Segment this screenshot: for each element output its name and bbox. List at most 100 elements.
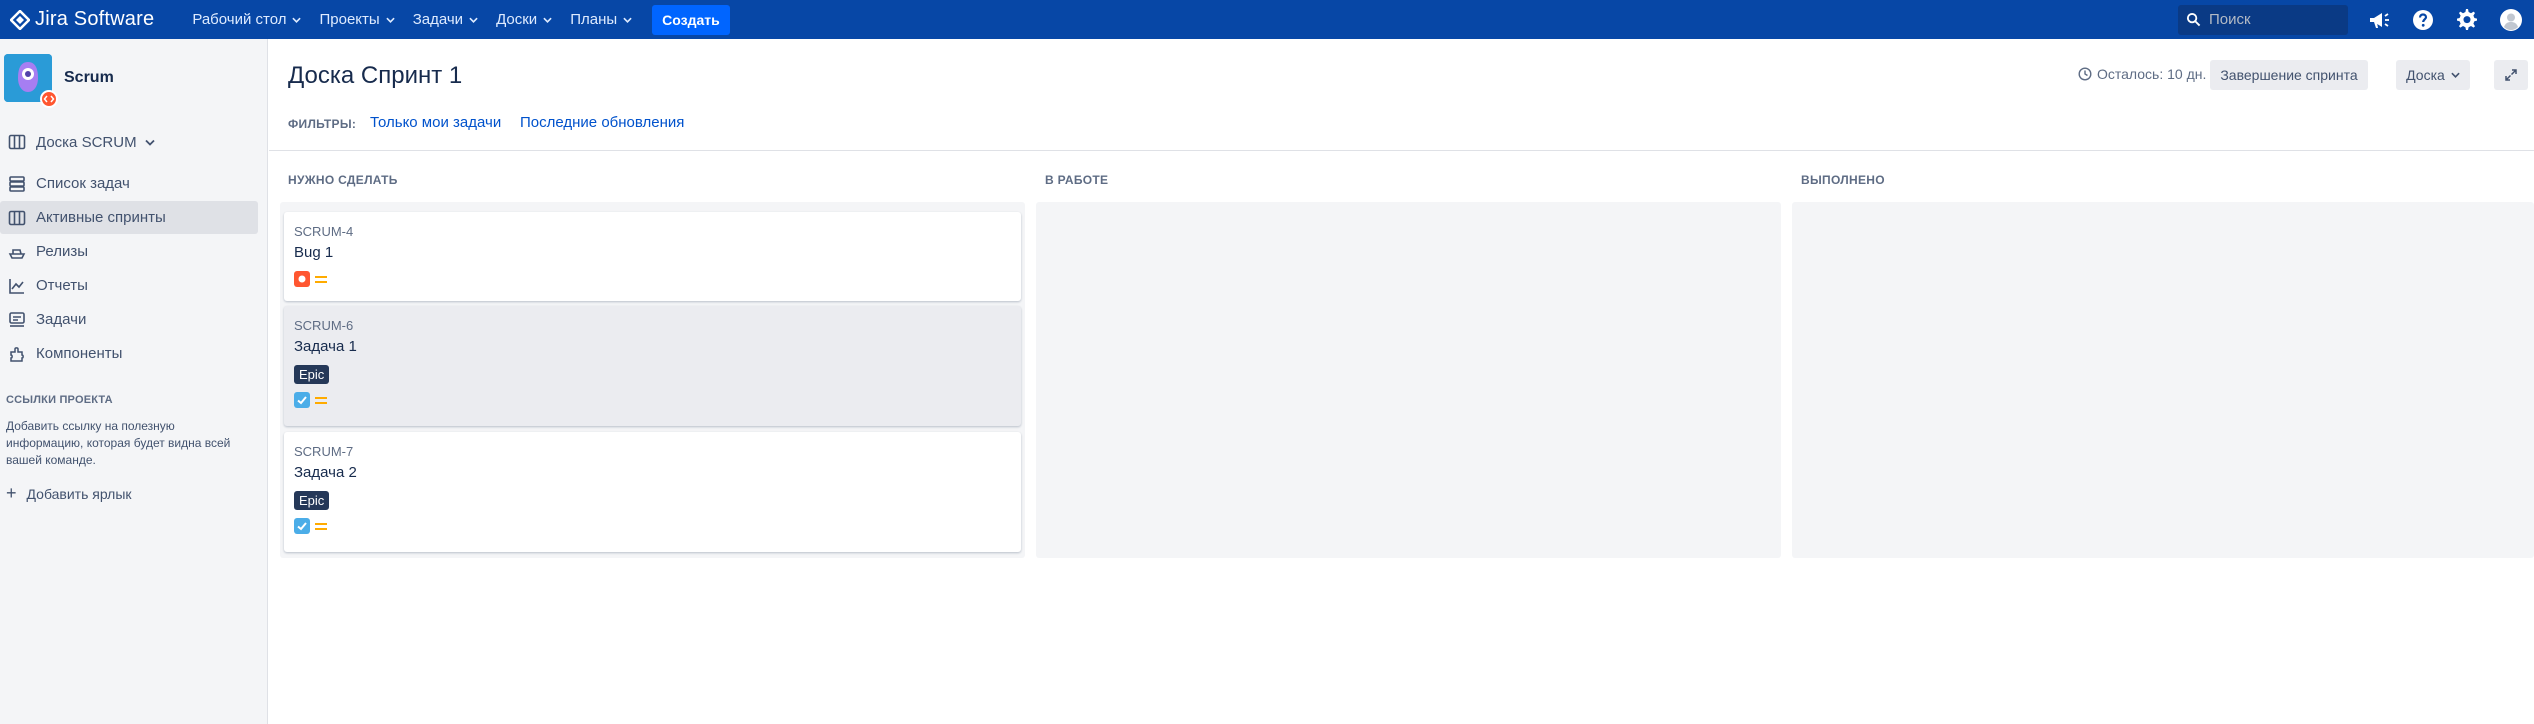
help-icon[interactable] <box>2410 7 2436 33</box>
filter-only-my-issues[interactable]: Только мои задачи <box>370 114 501 131</box>
project-avatar <box>4 54 58 108</box>
board-selector-label: Доска SCRUM <box>36 133 137 151</box>
project-name: Scrum <box>64 69 114 86</box>
project-sidebar: Scrum Доска SCRUM Список задач Активные … <box>0 39 268 724</box>
menu-label: Проекты <box>319 11 380 28</box>
menu-label: Рабочий стол <box>192 11 287 28</box>
sidebar-item-components[interactable]: Компоненты <box>0 337 258 370</box>
ship-icon <box>8 248 26 259</box>
sidebar-item-label: Отчеты <box>36 277 88 294</box>
issue-card[interactable]: SCRUM-6 Задача 1 Epic <box>284 306 1021 426</box>
menu-plans[interactable]: Планы <box>570 11 632 28</box>
clock-icon <box>2078 67 2092 81</box>
question-icon <box>2413 9 2433 30</box>
project-links-description: Добавить ссылку на полезную информацию, … <box>6 419 231 467</box>
issue-summary: Bug 1 <box>294 244 334 261</box>
chart-icon <box>9 278 24 294</box>
column-in-progress[interactable] <box>1036 202 1781 558</box>
notifications-megaphone-icon[interactable] <box>2366 7 2392 33</box>
issue-summary: Задача 2 <box>294 464 357 481</box>
top-navigation: Jira Software Рабочий стол Проекты Задач… <box>0 0 2534 39</box>
sidebar-item-label: Задачи <box>36 311 87 328</box>
issues-icon <box>9 311 25 327</box>
sidebar-item-reports[interactable]: Отчеты <box>0 269 258 302</box>
fullscreen-button[interactable] <box>2494 60 2528 90</box>
search-box[interactable] <box>2178 4 2348 35</box>
task-type-icon <box>294 518 310 534</box>
sprint-remaining-text: Осталось: 10 дн. <box>2097 66 2207 82</box>
sprint-remaining: Осталось: 10 дн. <box>2078 66 2206 82</box>
menu-projects[interactable]: Проекты <box>319 11 395 28</box>
menu-label: Задачи <box>412 11 464 28</box>
jira-logo[interactable]: Jira Software <box>10 8 154 31</box>
bug-icon <box>298 275 306 283</box>
chevron-down-icon <box>292 17 302 23</box>
profile-avatar[interactable] <box>2498 7 2524 33</box>
checkmark-icon <box>297 522 307 531</box>
page-title: Доска Спринт 1 <box>288 62 463 89</box>
search-input[interactable] <box>2209 11 2339 28</box>
sidebar-item-label: Активные спринты <box>36 209 166 226</box>
megaphone-icon <box>2370 12 2389 28</box>
issue-meta <box>294 518 1011 534</box>
column-title-todo: НУЖНО СДЕЛАТЬ <box>288 173 398 187</box>
menu-label: Доски <box>496 11 538 28</box>
project-links-heading: ССЫЛКИ ПРОЕКТА <box>6 394 113 406</box>
issue-key: SCRUM-6 <box>294 318 354 333</box>
chevron-down-icon <box>543 17 552 23</box>
product-name: Jira Software <box>35 8 155 30</box>
board-icon <box>8 134 26 150</box>
epic-label[interactable]: Epic <box>294 365 330 384</box>
chevron-down-icon <box>386 17 395 23</box>
user-avatar-icon <box>2500 8 2522 31</box>
sidebar-item-active-sprints[interactable]: Активные спринты <box>0 201 258 234</box>
gear-icon <box>2457 8 2477 30</box>
sidebar-item-releases[interactable]: Релизы <box>0 235 258 268</box>
add-shortcut-label: Добавить ярлык <box>26 485 132 502</box>
complete-sprint-button[interactable]: Завершение спринта <box>2210 60 2368 90</box>
sidebar-item-label: Релизы <box>36 243 88 260</box>
expand-icon <box>2505 69 2517 81</box>
backlog-icon <box>9 175 25 192</box>
sidebar-item-issues[interactable]: Задачи <box>0 303 258 336</box>
component-icon <box>10 346 24 362</box>
epic-label[interactable]: Epic <box>294 491 330 510</box>
menu-dashboards[interactable]: Рабочий стол <box>192 11 302 28</box>
chevron-down-icon <box>469 17 478 23</box>
main-menu: Рабочий стол Проекты Задачи Доски Планы … <box>192 4 730 35</box>
bug-type-icon <box>294 271 310 287</box>
chevron-down-icon <box>144 139 155 146</box>
filters-label: ФИЛЬТРЫ: <box>288 117 357 131</box>
board-icon <box>8 210 26 225</box>
board-menu-button[interactable]: Доска <box>2396 60 2470 90</box>
task-type-icon <box>294 392 310 408</box>
board-menu-label: Доска <box>2406 67 2445 83</box>
issue-card[interactable]: SCRUM-4 Bug 1 <box>284 212 1021 301</box>
settings-gear-icon[interactable] <box>2454 7 2480 33</box>
issue-key: SCRUM-4 <box>294 224 354 239</box>
priority-medium-icon <box>315 522 327 530</box>
chevron-down-icon <box>2451 72 2460 78</box>
board-selector[interactable]: Доска SCRUM <box>8 133 155 151</box>
add-shortcut-button[interactable]: + Добавить ярлык <box>6 483 132 504</box>
column-done[interactable] <box>1792 202 2534 558</box>
jira-diamond-icon <box>10 9 30 30</box>
issue-card[interactable]: SCRUM-7 Задача 2 Epic <box>284 432 1021 552</box>
checkmark-icon <box>297 396 307 405</box>
sidebar-item-backlog[interactable]: Список задач <box>0 167 258 200</box>
issue-meta <box>294 271 1011 287</box>
column-title-in-progress: В РАБОТЕ <box>1045 173 1109 187</box>
chevron-down-icon <box>623 17 632 23</box>
sidebar-item-label: Список задач <box>36 175 130 192</box>
issue-meta <box>294 392 1011 408</box>
filter-recently-updated[interactable]: Последние обновления <box>520 114 684 131</box>
issue-summary: Задача 1 <box>294 338 357 355</box>
code-icon <box>43 95 55 103</box>
menu-issues[interactable]: Задачи <box>413 11 478 28</box>
menu-boards[interactable]: Доски <box>496 11 552 28</box>
column-title-done: ВЫПОЛНЕНО <box>1801 173 1885 187</box>
project-header[interactable]: Scrum <box>4 54 114 108</box>
search-icon <box>2186 12 2201 27</box>
priority-medium-icon <box>315 275 327 283</box>
create-button[interactable]: Создать <box>652 4 730 35</box>
